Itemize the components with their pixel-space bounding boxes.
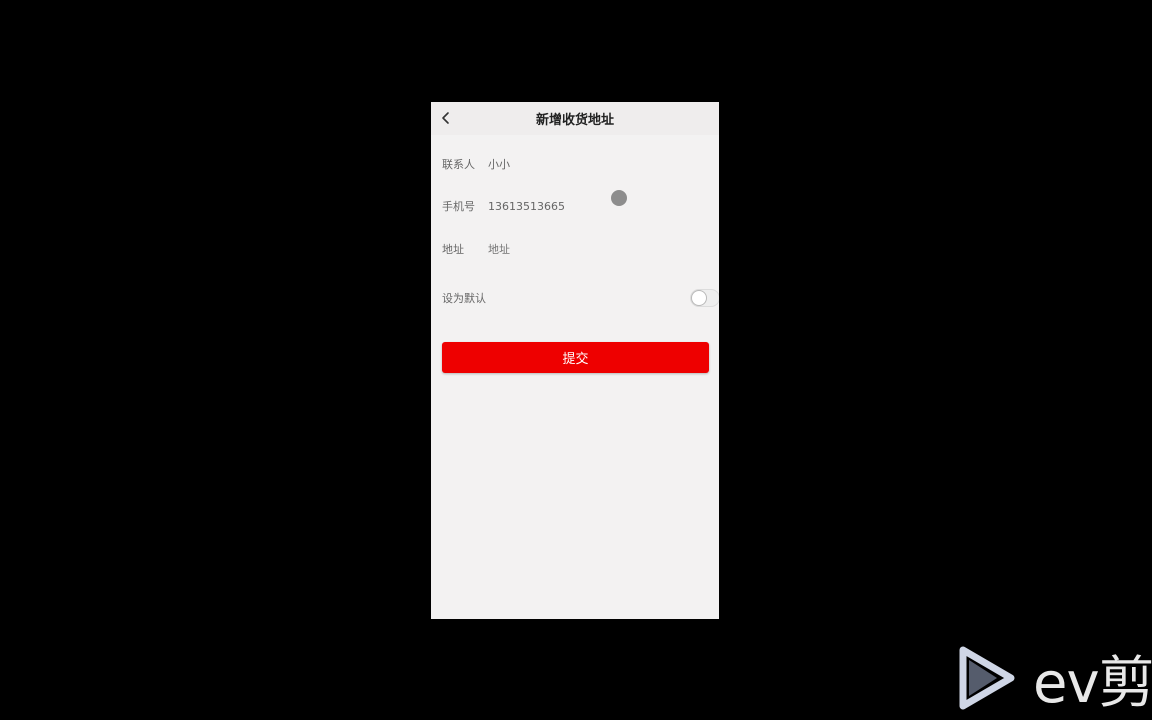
touch-indicator [611,190,627,206]
submit-button[interactable]: 提交 [442,342,709,373]
phone-label: 手机号 [442,200,475,213]
contact-input[interactable] [488,149,688,179]
address-label: 地址 [442,243,464,256]
default-row: 设为默认 [442,283,719,313]
nav-bar: 新增收货地址 [431,102,719,135]
contact-row: 联系人 [442,149,708,179]
contact-label: 联系人 [442,158,475,171]
phone-input[interactable] [488,191,688,221]
video-frame: 新增收货地址 联系人 手机号 地址 设为默认 提交 ev剪 [0,0,1152,720]
default-label: 设为默认 [442,292,486,305]
toggle-knob [691,290,707,306]
ev-watermark: ev剪 [955,644,1152,714]
address-row: 地址 [442,234,708,264]
phone-row: 手机号 [442,191,708,221]
play-icon [959,646,1015,710]
address-input[interactable] [488,234,688,264]
page-title: 新增收货地址 [535,113,614,128]
watermark-text: ev剪 [1033,651,1152,714]
phone-screen: 新增收货地址 联系人 手机号 地址 设为默认 提交 [431,102,719,619]
default-toggle[interactable] [690,289,719,307]
